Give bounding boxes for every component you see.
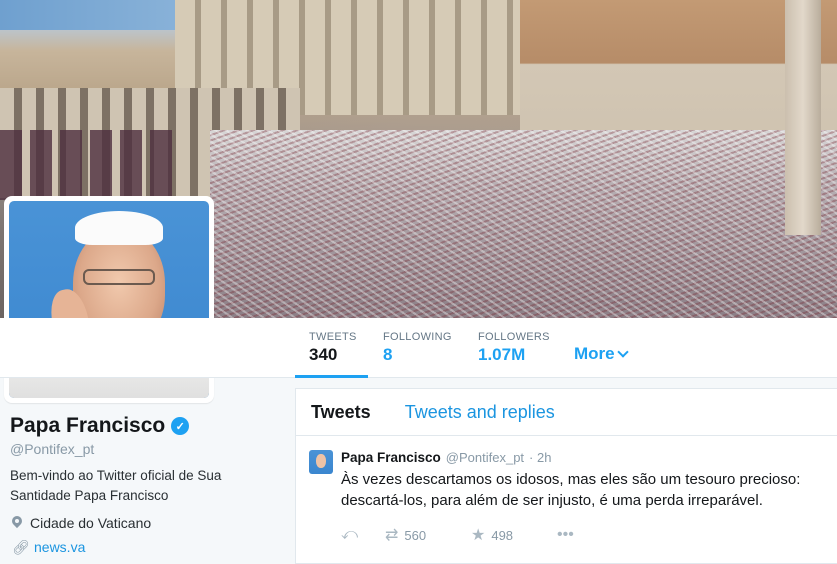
timeline-tabs: Tweets Tweets and replies (296, 389, 837, 436)
verified-badge-icon: ✓ (171, 417, 190, 435)
nav-following-label: FOLLOWING (383, 331, 452, 343)
nav-followers-label: FOLLOWERS (478, 331, 550, 343)
location-text: Cidade do Vaticano (30, 515, 152, 531)
profile-location: Cidade do Vaticano (12, 515, 151, 531)
link-icon: 🔗︎ (12, 539, 30, 555)
more-actions-button[interactable]: ••• (557, 526, 574, 544)
nav-more-button[interactable]: More (574, 344, 629, 364)
tweet-timestamp[interactable]: · 2h (529, 450, 551, 465)
tab-tweets[interactable]: Tweets (311, 402, 371, 423)
retweet-count: 560 (404, 527, 427, 543)
star-icon: ★ (471, 527, 486, 544)
tab-tweets-and-replies[interactable]: Tweets and replies (405, 402, 555, 423)
tweet-author-name[interactable]: Papa Francisco (341, 450, 441, 465)
nav-more-label: More (574, 344, 615, 363)
retweet-icon: ⇄ (385, 527, 399, 544)
banner-obelisk (785, 0, 821, 235)
nav-following-count: 8 (383, 345, 393, 364)
nav-following[interactable]: FOLLOWING 8 (383, 318, 452, 378)
nav-followers[interactable]: FOLLOWERS 1.07M (478, 318, 550, 378)
more-dots-icon: ••• (557, 526, 574, 543)
timeline: Tweets Tweets and replies Papa Francisco… (295, 388, 837, 564)
profile-name-row: Papa Francisco ✓ (10, 414, 190, 438)
nav-tweets[interactable]: TWEETS 340 (295, 318, 368, 378)
profile-handle[interactable]: @Pontifex_pt (10, 441, 94, 457)
profile-name[interactable]: Papa Francisco (10, 414, 165, 438)
retweet-button[interactable]: ⇄ 560 (385, 525, 471, 545)
website-link[interactable]: news.va (34, 539, 85, 555)
tweet-avatar[interactable] (309, 450, 333, 474)
tweet-author-handle[interactable]: @Pontifex_pt (446, 450, 524, 465)
tweet-actions: ⤺ ⇄ 560 ★ 498 ••• (341, 525, 825, 545)
chevron-down-icon (616, 346, 629, 358)
banner-crowd (210, 130, 837, 318)
profile-bio: Bem-vindo ao Twitter oficial de Sua Sant… (10, 468, 222, 503)
nav-tweets-count: 340 (309, 345, 338, 364)
location-pin-icon (12, 516, 22, 530)
tweet[interactable]: Papa Francisco @Pontifex_pt · 2h Às veze… (296, 436, 837, 545)
tweet-header: Papa Francisco @Pontifex_pt · 2h (341, 450, 825, 465)
reply-icon: ⤺ (341, 526, 359, 543)
reply-button[interactable]: ⤺ (341, 526, 385, 544)
profile-nav: TWEETS 340 FOLLOWING 8 FOLLOWERS 1.07M M… (0, 318, 837, 378)
banner-lettering (0, 130, 215, 200)
favorite-button[interactable]: ★ 498 (471, 525, 557, 545)
nav-tweets-label: TWEETS (309, 331, 357, 343)
favorite-count: 498 (491, 527, 514, 543)
profile-website[interactable]: 🔗︎ news.va (12, 539, 85, 555)
nav-followers-count: 1.07M (478, 345, 526, 364)
tweet-text: Às vezes descartamos os idosos, mas eles… (341, 471, 801, 509)
